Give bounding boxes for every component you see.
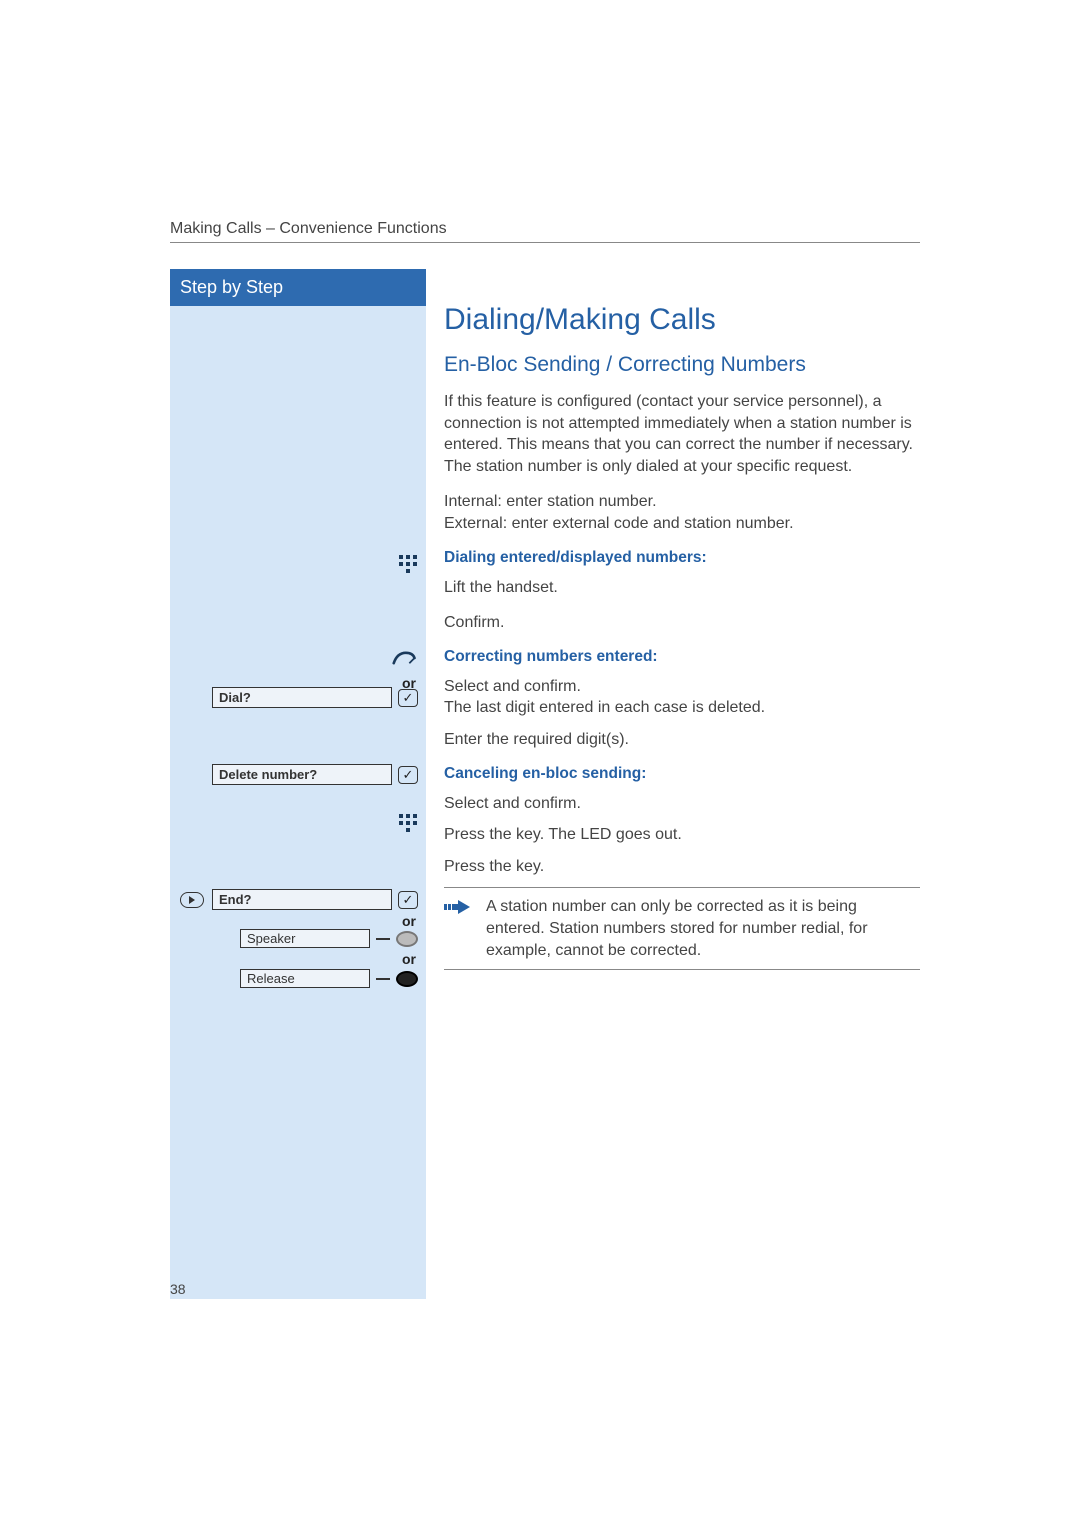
key-connector (376, 938, 390, 940)
end-display: End? (212, 889, 392, 910)
page-title: Dialing/Making Calls (444, 303, 920, 337)
note-arrow-icon (444, 896, 474, 961)
enter-digits-text: Enter the required digit(s). (444, 729, 920, 751)
confirm-check-icon: ✓ (398, 766, 418, 784)
select-confirm2-text: Select and confirm. (444, 793, 920, 815)
led-on-icon (396, 971, 418, 987)
note-text: A station number can only be corrected a… (486, 896, 920, 961)
dial-display: Dial? (212, 687, 392, 708)
internal-external-text: Internal: enter station number. External… (444, 491, 920, 534)
intro-paragraph: If this feature is configured (contact y… (444, 391, 920, 477)
press-led-text: Press the key. The LED goes out. (444, 824, 920, 846)
scroll-right-icon (180, 892, 204, 908)
main-content: Dialing/Making Calls En-Bloc Sending / C… (444, 269, 920, 1299)
subhead-dialing: Dialing entered/displayed numbers: (444, 549, 920, 567)
running-header: Making Calls – Convenience Functions (170, 220, 920, 243)
two-column-layout: Step by Step or (170, 269, 920, 1299)
or-label: or (166, 913, 418, 929)
delete-display: Delete number? (212, 764, 392, 785)
dial-option-row: Dial? ✓ (178, 687, 418, 708)
end-option-row: End? ✓ (166, 889, 418, 910)
keypad-icon (398, 813, 418, 833)
note-box: A station number can only be corrected a… (444, 887, 920, 970)
led-off-icon (396, 931, 418, 947)
release-key: Release (240, 969, 370, 988)
confirm-text: Confirm. (444, 612, 920, 634)
lift-handset-text: Lift the handset. (444, 577, 920, 599)
release-key-row: Release (178, 969, 418, 988)
subhead-canceling: Canceling en-bloc sending: (444, 765, 920, 783)
confirm-check-icon: ✓ (398, 689, 418, 707)
press-key-text: Press the key. (444, 856, 920, 878)
section-title: En-Bloc Sending / Correcting Numbers (444, 353, 920, 377)
select-confirm-text: Select and confirm. The last digit enter… (444, 676, 920, 719)
keypad-icon (398, 554, 418, 574)
sidebar-title: Step by Step (170, 269, 426, 306)
handset-lift-icon (392, 649, 418, 667)
page-number: 38 (170, 1281, 186, 1297)
subhead-correcting: Correcting numbers entered: (444, 648, 920, 666)
speaker-key: Speaker (240, 929, 370, 948)
delete-option-row: Delete number? ✓ (178, 764, 418, 785)
or-label: or (178, 951, 418, 967)
key-connector (376, 978, 390, 980)
confirm-check-icon: ✓ (398, 891, 418, 909)
step-sidebar: Step by Step or (170, 269, 426, 1299)
speaker-key-row: Speaker (178, 929, 418, 948)
